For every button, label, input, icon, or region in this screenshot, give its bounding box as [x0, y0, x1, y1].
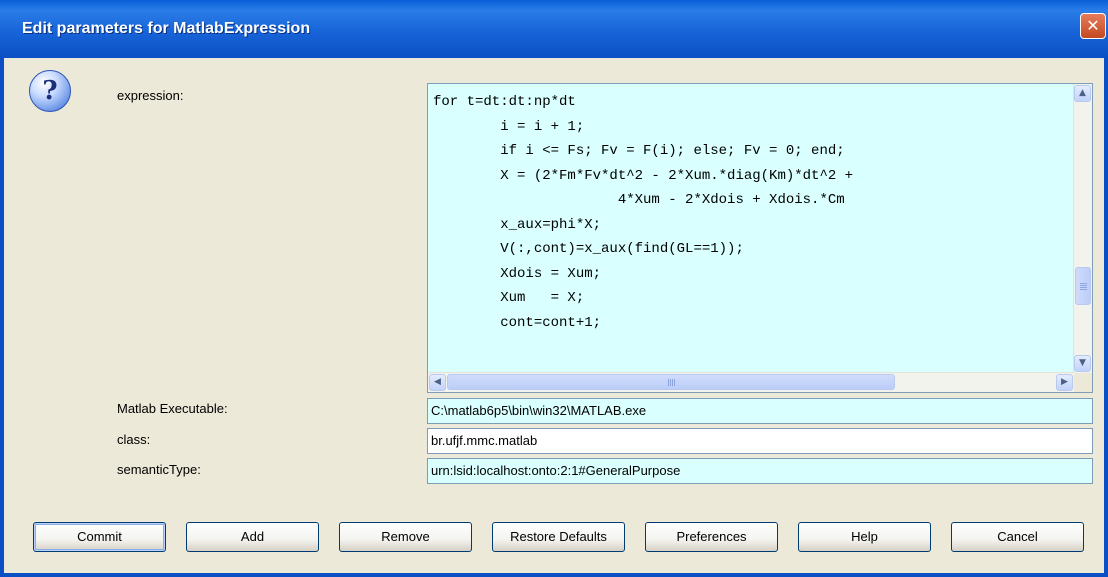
expression-text[interactable]: for t=dt:dt:np*dt i = i + 1; if i <= Fs;… — [433, 90, 1063, 371]
grip-icon — [668, 379, 669, 386]
scroll-up-button[interactable]: ▲ — [1074, 85, 1091, 102]
scrollbar-corner — [1074, 373, 1092, 392]
help-button[interactable]: Help — [798, 522, 931, 552]
code-line: Xum = X; — [433, 290, 585, 306]
scroll-left-button[interactable]: ◀ — [429, 374, 446, 391]
code-line: i = i + 1; — [433, 118, 585, 135]
code-line: X = (2*Fm*Fv*dt^2 - 2*Xum.*diag(Km)*dt^2… — [433, 167, 854, 184]
code-line: for t=dt:dt:np*dt — [433, 94, 576, 110]
code-line: 4*Xum - 2*Xdois + Xdois.*Cm — [433, 192, 845, 208]
semantic-type-field[interactable]: urn:lsid:localhost:onto:2:1#GeneralPurpo… — [427, 458, 1093, 484]
window-title: Edit parameters for MatlabExpression — [22, 20, 311, 37]
semantic-type-label: semanticType: — [117, 462, 201, 477]
preferences-button[interactable]: Preferences — [645, 522, 778, 552]
title-bar[interactable]: Edit parameters for MatlabExpression ✕ — [0, 0, 1108, 58]
commit-button[interactable]: Commit — [33, 522, 166, 552]
vertical-scrollbar[interactable]: ▲ ▼ — [1073, 84, 1092, 373]
cancel-button[interactable]: Cancel — [951, 522, 1084, 552]
add-button[interactable]: Add — [186, 522, 319, 552]
grip-icon — [1080, 283, 1087, 284]
restore-defaults-button[interactable]: Restore Defaults — [492, 522, 625, 552]
code-line: V(:,cont)=x_aux(find(GL==1)); — [433, 241, 744, 257]
horizontal-scroll-thumb[interactable] — [447, 374, 895, 390]
close-button[interactable]: ✕ — [1080, 13, 1106, 39]
class-field[interactable]: br.ufjf.mmc.matlab — [427, 428, 1093, 454]
horizontal-scrollbar[interactable]: ◀ ▶ — [428, 372, 1074, 392]
code-line: cont=cont+1; — [433, 314, 602, 331]
matlab-executable-field[interactable]: C:\matlab6p5\bin\win32\MATLAB.exe — [427, 398, 1093, 424]
vertical-scroll-thumb[interactable] — [1075, 267, 1091, 305]
question-icon: ? — [29, 70, 71, 112]
code-line: x_aux=phi*X; — [433, 216, 602, 233]
matlab-executable-label: Matlab Executable: — [117, 401, 228, 416]
window-border-right — [1104, 58, 1108, 577]
window-border-left — [0, 58, 4, 577]
code-line: if i <= Fs; Fv = F(i); else; Fv = 0; end… — [433, 143, 845, 159]
window-border-bottom — [0, 573, 1108, 577]
code-line: Xdois = Xum; — [433, 265, 602, 282]
class-label: class: — [117, 432, 151, 447]
expression-label: expression: — [117, 88, 184, 103]
scroll-right-button[interactable]: ▶ — [1056, 374, 1073, 391]
expression-editor[interactable]: for t=dt:dt:np*dt i = i + 1; if i <= Fs;… — [427, 83, 1093, 393]
remove-button[interactable]: Remove — [339, 522, 472, 552]
scroll-down-button[interactable]: ▼ — [1074, 355, 1091, 372]
